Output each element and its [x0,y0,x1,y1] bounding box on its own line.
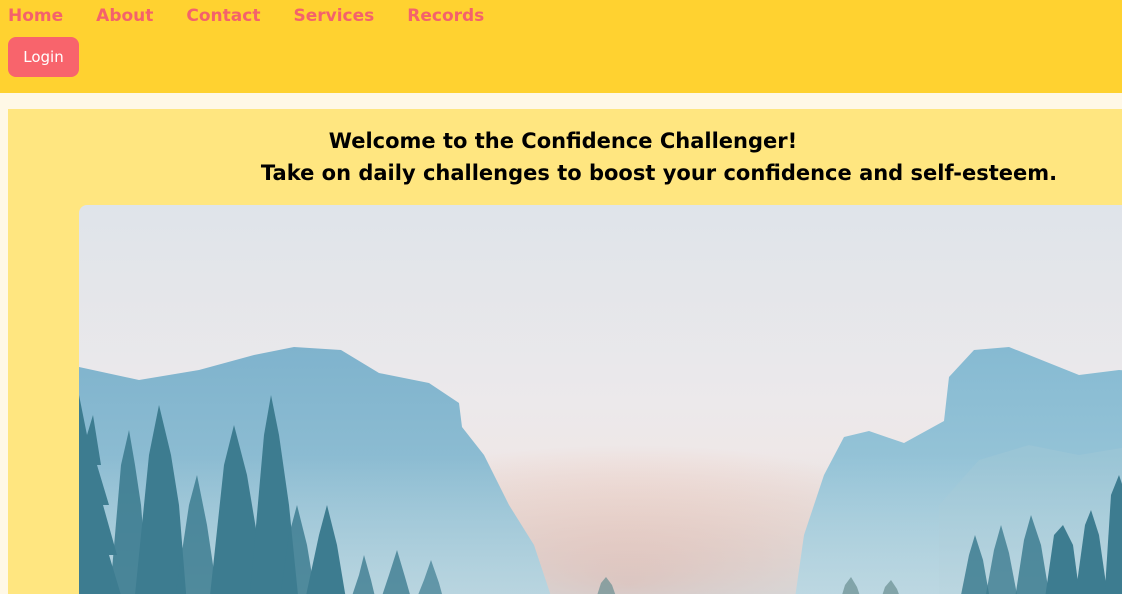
login-button[interactable]: Login [8,37,79,77]
welcome-title: Welcome to the Confidence Challenger! [328,129,798,153]
main-content: Welcome to the Confidence Challenger! Ta… [8,109,1122,594]
nav-link-about[interactable]: About [96,5,153,27]
main-nav: Home About Contact Services Records [8,5,517,27]
site-header: Home About Contact Services Records Logi… [0,0,1122,93]
nav-link-records[interactable]: Records [407,5,484,27]
nav-link-contact[interactable]: Contact [186,5,260,27]
hero-image [79,205,1122,594]
nav-link-services[interactable]: Services [293,5,374,27]
mountain-landscape-illustration [79,205,1122,594]
nav-link-home[interactable]: Home [8,5,63,27]
welcome-subtitle: Take on daily challenges to boost your c… [260,161,1058,185]
